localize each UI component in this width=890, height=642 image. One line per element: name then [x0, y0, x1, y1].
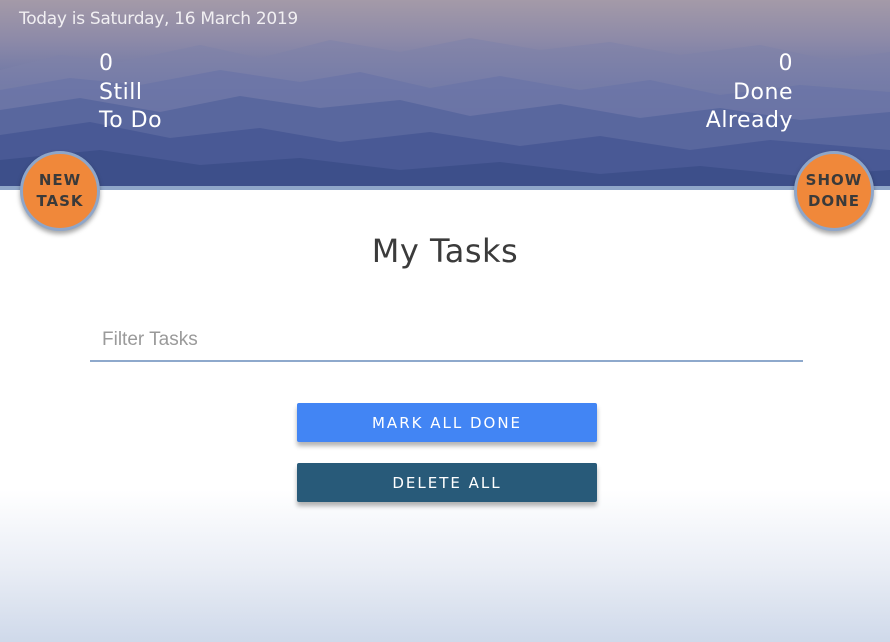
filter-field	[90, 322, 803, 362]
show-done-label-line2: DONE	[807, 192, 860, 210]
new-task-label-line1: NEW	[38, 171, 82, 189]
todo-label-line2: To Do	[99, 108, 163, 133]
filter-tasks-input[interactable]	[90, 322, 803, 358]
show-done-label-line1: SHOW	[805, 171, 863, 189]
done-label-line1: Done	[733, 79, 793, 105]
done-counter: 0 Done Already	[706, 50, 793, 136]
new-task-button[interactable]: NEW TASK	[20, 151, 100, 231]
delete-all-button[interactable]: DELETE ALL	[297, 463, 597, 502]
done-count: 0	[778, 51, 793, 76]
todo-label-line1: Still	[99, 79, 143, 105]
header-banner: Today is Saturday, 16 March 2019 0 Still…	[0, 0, 890, 186]
show-done-button[interactable]: SHOW DONE	[794, 151, 874, 231]
done-label-line2: Already	[705, 108, 793, 133]
new-task-label-line2: TASK	[36, 192, 84, 210]
mark-all-done-button[interactable]: MARK ALL DONE	[297, 403, 597, 442]
todo-count: 0	[99, 51, 114, 76]
page-title: My Tasks	[371, 232, 519, 270]
todo-counter: 0 Still To Do	[99, 50, 162, 136]
date-text: Today is Saturday, 16 March 2019	[19, 9, 298, 29]
app-window: Today is Saturday, 16 March 2019 0 Still…	[0, 0, 890, 642]
header-divider	[0, 186, 890, 190]
